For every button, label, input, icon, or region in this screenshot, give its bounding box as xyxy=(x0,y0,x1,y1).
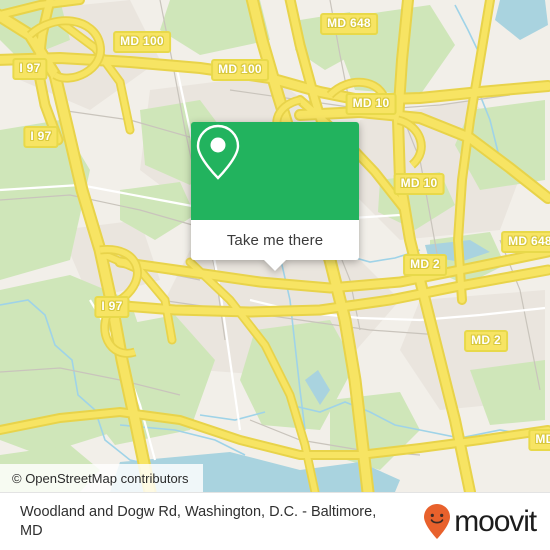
take-me-there-label: Take me there xyxy=(226,231,324,249)
road-shield-label: I 97 xyxy=(12,58,48,80)
road-shield-label: MD 648 xyxy=(320,13,378,35)
road-shield-label: MD 10 xyxy=(345,93,397,115)
location-popup-card[interactable]: Take me there xyxy=(191,122,359,271)
road-shield-label: MD xyxy=(528,429,550,451)
road-shield-label: MD 10 xyxy=(393,173,445,195)
road-shield-label: I 97 xyxy=(23,126,59,148)
road-shield-label: MD 100 xyxy=(113,31,171,53)
map-canvas[interactable]: MD 100 I 97 MD 648 MD 100 MD 10 I 97 MD 10 MD 6… xyxy=(0,0,550,492)
map-attribution: © OpenStreetMap contributors xyxy=(0,464,203,492)
map-pin-icon xyxy=(196,124,240,180)
popup-header xyxy=(191,122,359,220)
attribution-text: © OpenStreetMap contributors xyxy=(12,470,189,486)
road-shield-label: MD 100 xyxy=(211,59,269,81)
location-title: Woodland and Dogw Rd, Washington, D.C. -… xyxy=(20,503,377,539)
road-shield-label: MD 648 xyxy=(501,231,550,253)
road-shield-label: MD 2 xyxy=(403,254,447,276)
map-screenshot: MD 100 I 97 MD 648 MD 100 MD 10 I 97 MD 10 MD 6… xyxy=(0,0,550,550)
footer-bar: Woodland and Dogw Rd, Washington, D.C. -… xyxy=(0,492,550,550)
road-shield-label: I 97 xyxy=(94,296,130,318)
moovit-pin-smiley-icon xyxy=(424,503,451,539)
moovit-wordmark: moovit xyxy=(454,504,537,538)
moovit-logo[interactable]: moovit xyxy=(422,503,537,541)
road-shield-label: MD 2 xyxy=(464,330,508,352)
take-me-there-button[interactable]: Take me there xyxy=(191,220,359,260)
popup-pointer xyxy=(264,260,286,271)
